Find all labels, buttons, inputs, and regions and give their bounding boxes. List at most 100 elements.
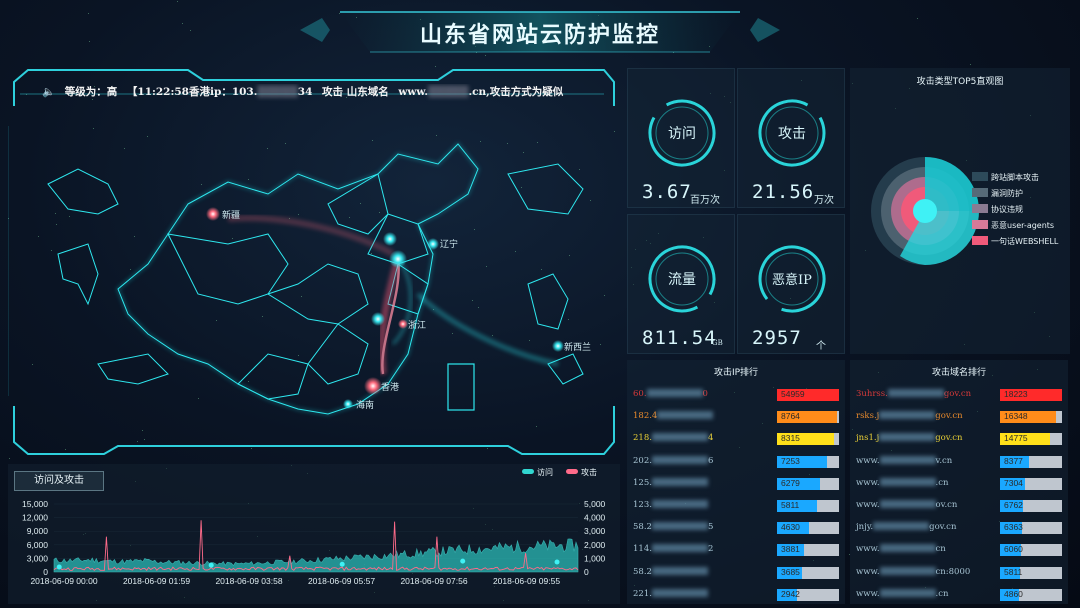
ticker-level-label: 等级为： [64,86,107,98]
rank-bar: 16348 [1000,411,1062,424]
rank-row[interactable]: jnjy. gov.cn 6363 [856,521,1062,535]
rank-name-prefix: www. [856,500,880,510]
y-left-tick: 9,000 [27,526,49,536]
speaker-icon[interactable]: 🔈 [42,86,55,98]
rank-name-prefix: 58.2 [633,566,652,577]
rank-bar: 4630 [777,522,839,535]
legend-swatch [972,220,988,229]
legend-item[interactable]: 协议违规 [972,204,1023,216]
masked-text [879,477,936,486]
rank-value: 8315 [781,433,800,444]
city-label: 香港 [381,381,399,393]
rank-name-suffix: 5 [707,522,714,533]
legend-label: 漏洞防护 [991,189,1023,198]
rank-row[interactable]: 202. 6 7253 [633,455,839,469]
visits-marker [339,561,345,567]
rank-value: 5811 [1004,566,1023,577]
stat-value: 21.56 [752,181,815,203]
rank-row[interactable]: www. cn:8000 5811 [856,566,1062,580]
city-label: 海南 [356,399,374,411]
chart-title: 访问及攻击 [14,471,104,491]
stat-unit: GB [712,339,723,347]
y-right-tick: 5,000 [584,499,606,509]
rank-name-prefix: jnjy. [856,522,874,533]
rank-row[interactable]: www. .cn 4860 [856,588,1062,602]
legend-item[interactable]: 一句话WEBSHELL [972,236,1058,248]
rank-name-suffix: .cn [935,588,949,599]
attack-type-panel: 攻击类型TOP5直观图 跨站脚本攻击 漏洞防护 协议违规 恶意user-agents 一… [850,68,1070,354]
rank-row[interactable]: 58.2 5 4630 [633,521,839,535]
ticker-source-end: 34 [297,86,313,98]
rank-row[interactable]: www. cn 6060 [856,543,1062,557]
rank-row[interactable]: 114. 2 3881 [633,543,839,557]
rank-value: 4860 [1004,588,1023,599]
rank-bar: 8764 [777,411,839,424]
x-tick: 2018-06-09 01:59 [123,576,190,586]
star [9,458,11,460]
rank-value: 6363 [1004,522,1023,533]
legend-label: 访问 [537,468,553,477]
masked-text [651,566,708,575]
rank-bar: 6279 [777,477,839,490]
rank-value: 54959 [781,389,805,399]
rank-row[interactable]: www. ov.cn 6762 [856,499,1062,513]
rank-row[interactable]: jns1.j gov.cn 14775 [856,432,1062,446]
y-right-tick: 3,000 [584,526,606,536]
rank-name-prefix: 3uhrss. [856,389,888,399]
x-tick: 2018-06-09 09:55 [493,576,560,586]
rank-value: 3685 [781,566,800,577]
rank-value: 6279 [781,477,800,488]
masked-text [879,566,936,575]
rank-name-prefix: www. [856,544,880,555]
alert-ticker: 🔈 等级为：高 【11:22:58香港ip：103.▒▒▒▒▒34 攻击 山东域… [42,84,602,102]
rank-name-suffix: 6 [707,455,714,466]
rank-name: www. .cn [856,588,949,599]
masked-text [646,389,703,397]
rank-name-suffix: gov.cn [929,522,957,533]
visits-marker [554,559,560,565]
city-label: 新西兰 [564,341,591,353]
attack-type-rose-chart[interactable] [870,156,980,266]
rank-row[interactable]: 3uhrss. gov.cn 18223 [856,388,1062,402]
rank-name: 125. [633,477,708,488]
star [189,30,191,32]
rank-name: www. v.cn [856,455,952,466]
masked-text [887,389,944,397]
stat-label: 流量 [668,272,696,288]
legend-item[interactable]: 恶意user-agents [972,220,1054,232]
rank-row[interactable]: 60. 0 54959 [633,388,839,402]
legend-item[interactable]: 跨站脚本攻击 [972,172,1039,184]
y-left-tick: 6,000 [27,540,49,550]
rank-row[interactable]: www. .cn 7304 [856,477,1062,491]
y-right-tick: 1,000 [584,553,606,563]
rank-row[interactable]: 221. 2942 [633,588,839,602]
rank-row[interactable]: 218. 4 8315 [633,432,839,446]
rank-value: 14775 [1004,433,1028,444]
stat-value: 3.67 [642,181,692,203]
rank-name-prefix: 218. [633,433,652,444]
x-tick: 2018-06-09 07:56 [400,576,467,586]
attack-map[interactable]: 新疆 辽宁 浙江 香港 海南 新西兰 [38,114,598,444]
stat-value: 811.54 [642,327,717,349]
stat-unit: 个 [816,341,826,352]
rank-row[interactable]: www. v.cn 8377 [856,455,1062,469]
ticker-time: 【11:22:58 [126,86,189,98]
star [177,0,179,2]
rank-name-prefix: www. [856,477,880,488]
rank-row[interactable]: 58.2 3685 [633,566,839,580]
rank-name: www. cn:8000 [856,566,970,577]
rank-row[interactable]: rsks.j gov.cn 16348 [856,410,1062,424]
rank-row[interactable]: 123. 5811 [633,499,839,513]
rank-bar: 7253 [777,455,839,468]
map-panel: 🔈 等级为：高 【11:22:58香港ip：103.▒▒▒▒▒34 攻击 山东域… [8,66,620,458]
rank-name-prefix: www. [856,455,880,466]
rank-row[interactable]: 182.4 8764 [633,410,839,424]
rank-name: jnjy. gov.cn [856,522,956,532]
legend-item[interactable]: 漏洞防护 [972,188,1023,200]
rank-name-suffix: gov.cn [943,389,972,399]
rank-bar: 6762 [1000,500,1062,512]
rank-row[interactable]: 125. 6279 [633,477,839,491]
masked-text [879,455,936,464]
rank-bar: 8315 [777,433,839,446]
masked-text [651,433,708,442]
